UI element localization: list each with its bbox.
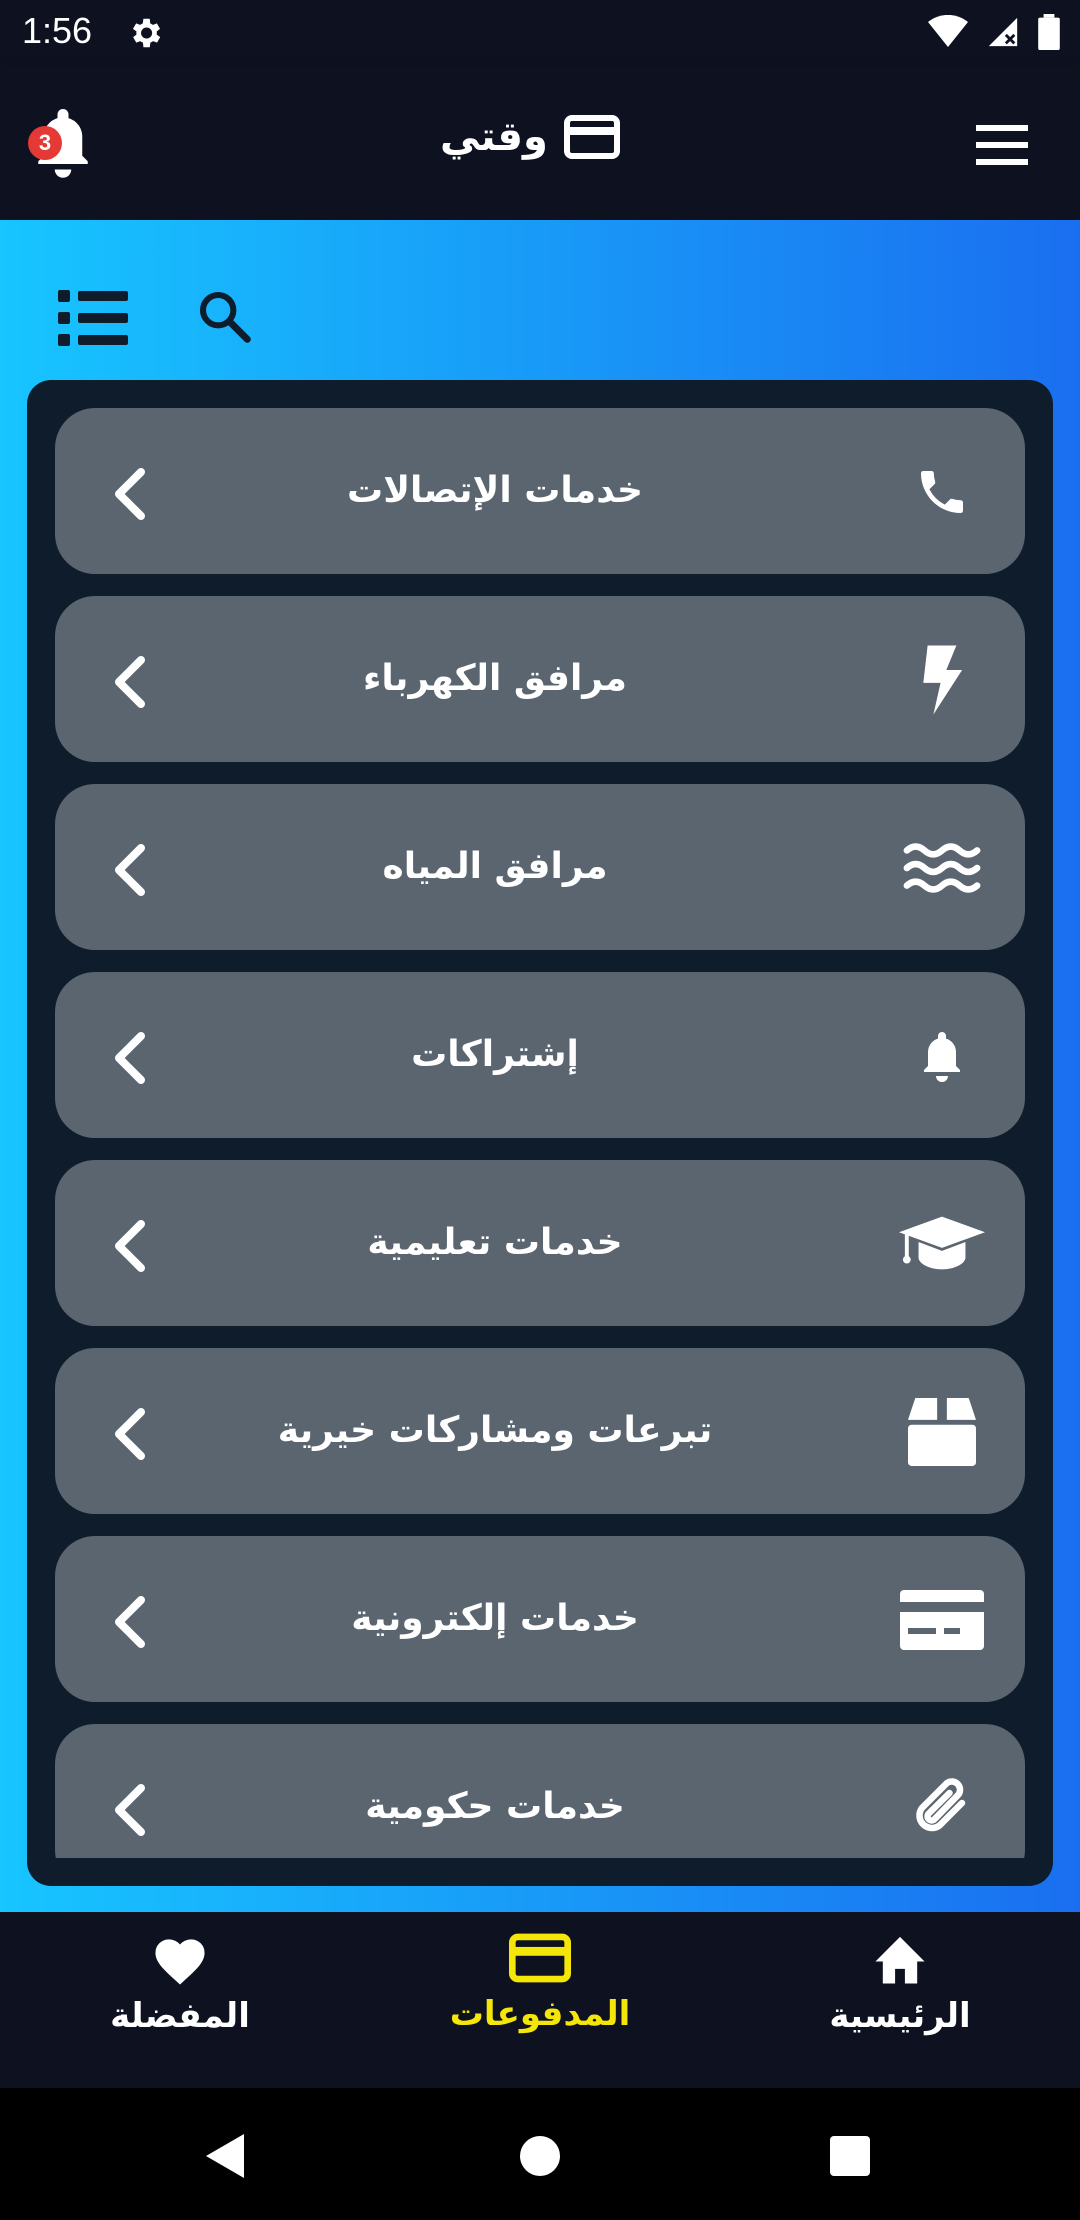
bottom-navigation: المفضلة المدفوعات الرئيسية	[0, 1912, 1080, 2088]
heart-icon	[155, 1939, 205, 1985]
graduation-cap-icon	[899, 1206, 985, 1282]
back-icon[interactable]	[204, 2132, 248, 2180]
nav-label: المفضلة	[110, 1996, 250, 2036]
chevron-left-icon	[115, 656, 145, 708]
nav-payments[interactable]: المدفوعات	[390, 1932, 690, 2072]
category-government[interactable]: خدمات حكومية	[55, 1724, 1025, 1858]
category-label: خدمات تعليمية	[367, 1222, 623, 1263]
paperclip-icon	[899, 1770, 985, 1846]
category-label: خدمات إلكترونية	[351, 1598, 639, 1639]
credit-card-icon	[563, 115, 620, 159]
category-label: إشتراكات	[411, 1034, 579, 1075]
chevron-left-icon	[115, 844, 145, 896]
categories-list: خدمات الإتصالات مرافق الكهرباء مرافق الم…	[55, 408, 1025, 1858]
nav-home[interactable]: الرئيسية	[750, 1932, 1050, 2072]
wifi-icon	[928, 15, 968, 47]
category-education[interactable]: خدمات تعليمية	[55, 1160, 1025, 1326]
nav-favorites[interactable]: المفضلة	[30, 1932, 330, 2072]
chevron-left-icon	[115, 1784, 145, 1836]
chevron-left-icon	[115, 1596, 145, 1648]
category-water[interactable]: مرافق المياه	[55, 784, 1025, 950]
status-icons	[928, 14, 1060, 50]
recents-icon[interactable]	[830, 2136, 870, 2176]
home-icon	[875, 1936, 925, 1984]
app-title: وقتي	[440, 114, 548, 160]
chevron-left-icon	[115, 1032, 145, 1084]
category-label: مرافق المياه	[382, 846, 608, 887]
water-icon	[899, 830, 985, 906]
notification-badge: 3	[28, 126, 62, 160]
hamburger-menu-icon[interactable]	[976, 124, 1028, 166]
category-label: خدمات حكومية	[365, 1786, 625, 1827]
lightning-icon	[899, 642, 985, 718]
category-label: خدمات الإتصالات	[347, 470, 643, 511]
phone-icon	[899, 454, 985, 530]
chevron-left-icon	[115, 1220, 145, 1272]
app-title-group: وقتي	[440, 114, 620, 160]
battery-icon	[1038, 14, 1060, 50]
category-subscriptions[interactable]: إشتراكات	[55, 972, 1025, 1138]
status-time: 1:56	[22, 10, 93, 51]
categories-panel: خدمات الإتصالات مرافق الكهرباء مرافق الم…	[27, 380, 1053, 1886]
box-icon	[899, 1394, 985, 1470]
status-bar: 1:56	[0, 0, 1080, 66]
home-circle-icon[interactable]	[518, 2134, 562, 2178]
category-donations[interactable]: تبرعات ومشاركات خيرية	[55, 1348, 1025, 1514]
category-electronic[interactable]: خدمات إلكترونية	[55, 1536, 1025, 1702]
bell-icon	[899, 1018, 985, 1094]
card-icon	[509, 1933, 571, 1983]
credit-card-icon	[899, 1582, 985, 1658]
chevron-left-icon	[115, 1408, 145, 1460]
category-label: تبرعات ومشاركات خيرية	[277, 1410, 713, 1451]
category-label: مرافق الكهرباء	[363, 658, 627, 699]
category-telecom[interactable]: خدمات الإتصالات	[55, 408, 1025, 574]
category-electricity[interactable]: مرافق الكهرباء	[55, 596, 1025, 762]
search-icon[interactable]	[196, 288, 252, 344]
system-navigation-bar	[0, 2088, 1080, 2220]
nav-label: المدفوعات	[449, 1994, 631, 2034]
nav-label: الرئيسية	[829, 1996, 971, 2036]
app-bar: 3 وقتي	[0, 66, 1080, 220]
settings-gear-icon	[132, 18, 161, 48]
signal-icon	[988, 17, 1018, 47]
chevron-left-icon	[115, 468, 145, 520]
list-view-icon[interactable]	[58, 288, 128, 348]
content-area: خدمات الإتصالات مرافق الكهرباء مرافق الم…	[0, 220, 1080, 1912]
